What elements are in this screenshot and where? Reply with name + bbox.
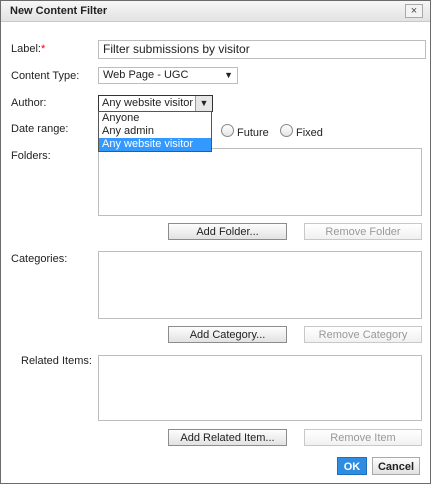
author-option-any-admin[interactable]: Any admin — [99, 125, 211, 138]
content-type-label: Content Type: — [11, 70, 80, 82]
required-marker: * — [40, 43, 46, 55]
date-range-label: Date range: — [11, 123, 69, 135]
fixed-radio-label: Fixed — [296, 127, 323, 139]
ok-button[interactable]: OK — [337, 457, 367, 475]
add-folder-button[interactable]: Add Folder... — [168, 223, 287, 240]
author-dropdown-list: Anyone Any admin Any website visitor — [98, 111, 212, 152]
future-radio[interactable] — [221, 124, 234, 137]
author-option-any-website-visitor[interactable]: Any website visitor — [99, 138, 211, 151]
close-icon: × — [410, 5, 418, 17]
folders-label: Folders: — [11, 150, 51, 162]
remove-category-button[interactable]: Remove Category — [304, 326, 422, 343]
content-type-select[interactable]: Web Page - UGC ▼ — [98, 67, 238, 84]
add-related-item-button[interactable]: Add Related Item... — [168, 429, 287, 446]
dialog-title: New Content Filter — [10, 5, 108, 17]
categories-label: Categories: — [11, 253, 68, 265]
new-content-filter-dialog: New Content Filter × Label:* Filter subm… — [0, 0, 431, 484]
label-field-label: Label:* — [11, 43, 46, 55]
author-option-anyone[interactable]: Anyone — [99, 112, 211, 125]
author-select[interactable]: Any website visitor ▼ — [98, 95, 213, 112]
dialog-titlebar: New Content Filter × — [1, 1, 430, 22]
future-radio-label: Future — [237, 127, 269, 139]
author-value: Any website visitor — [102, 97, 194, 109]
chevron-down-icon: ▼ — [224, 70, 233, 80]
content-type-value: Web Page - UGC — [103, 69, 189, 81]
cancel-button[interactable]: Cancel — [372, 457, 420, 475]
chevron-down-icon: ▼ — [195, 96, 212, 111]
fixed-radio[interactable] — [280, 124, 293, 137]
add-category-button[interactable]: Add Category... — [168, 326, 287, 343]
related-items-label: Related Items: — [21, 355, 92, 367]
folders-list[interactable] — [98, 148, 422, 216]
remove-folder-button[interactable]: Remove Folder — [304, 223, 422, 240]
categories-list[interactable] — [98, 251, 422, 319]
label-input[interactable]: Filter submissions by visitor — [98, 40, 426, 59]
close-button[interactable]: × — [405, 4, 423, 18]
related-items-list[interactable] — [98, 355, 422, 421]
author-label: Author: — [11, 97, 47, 109]
remove-item-button[interactable]: Remove Item — [304, 429, 422, 446]
